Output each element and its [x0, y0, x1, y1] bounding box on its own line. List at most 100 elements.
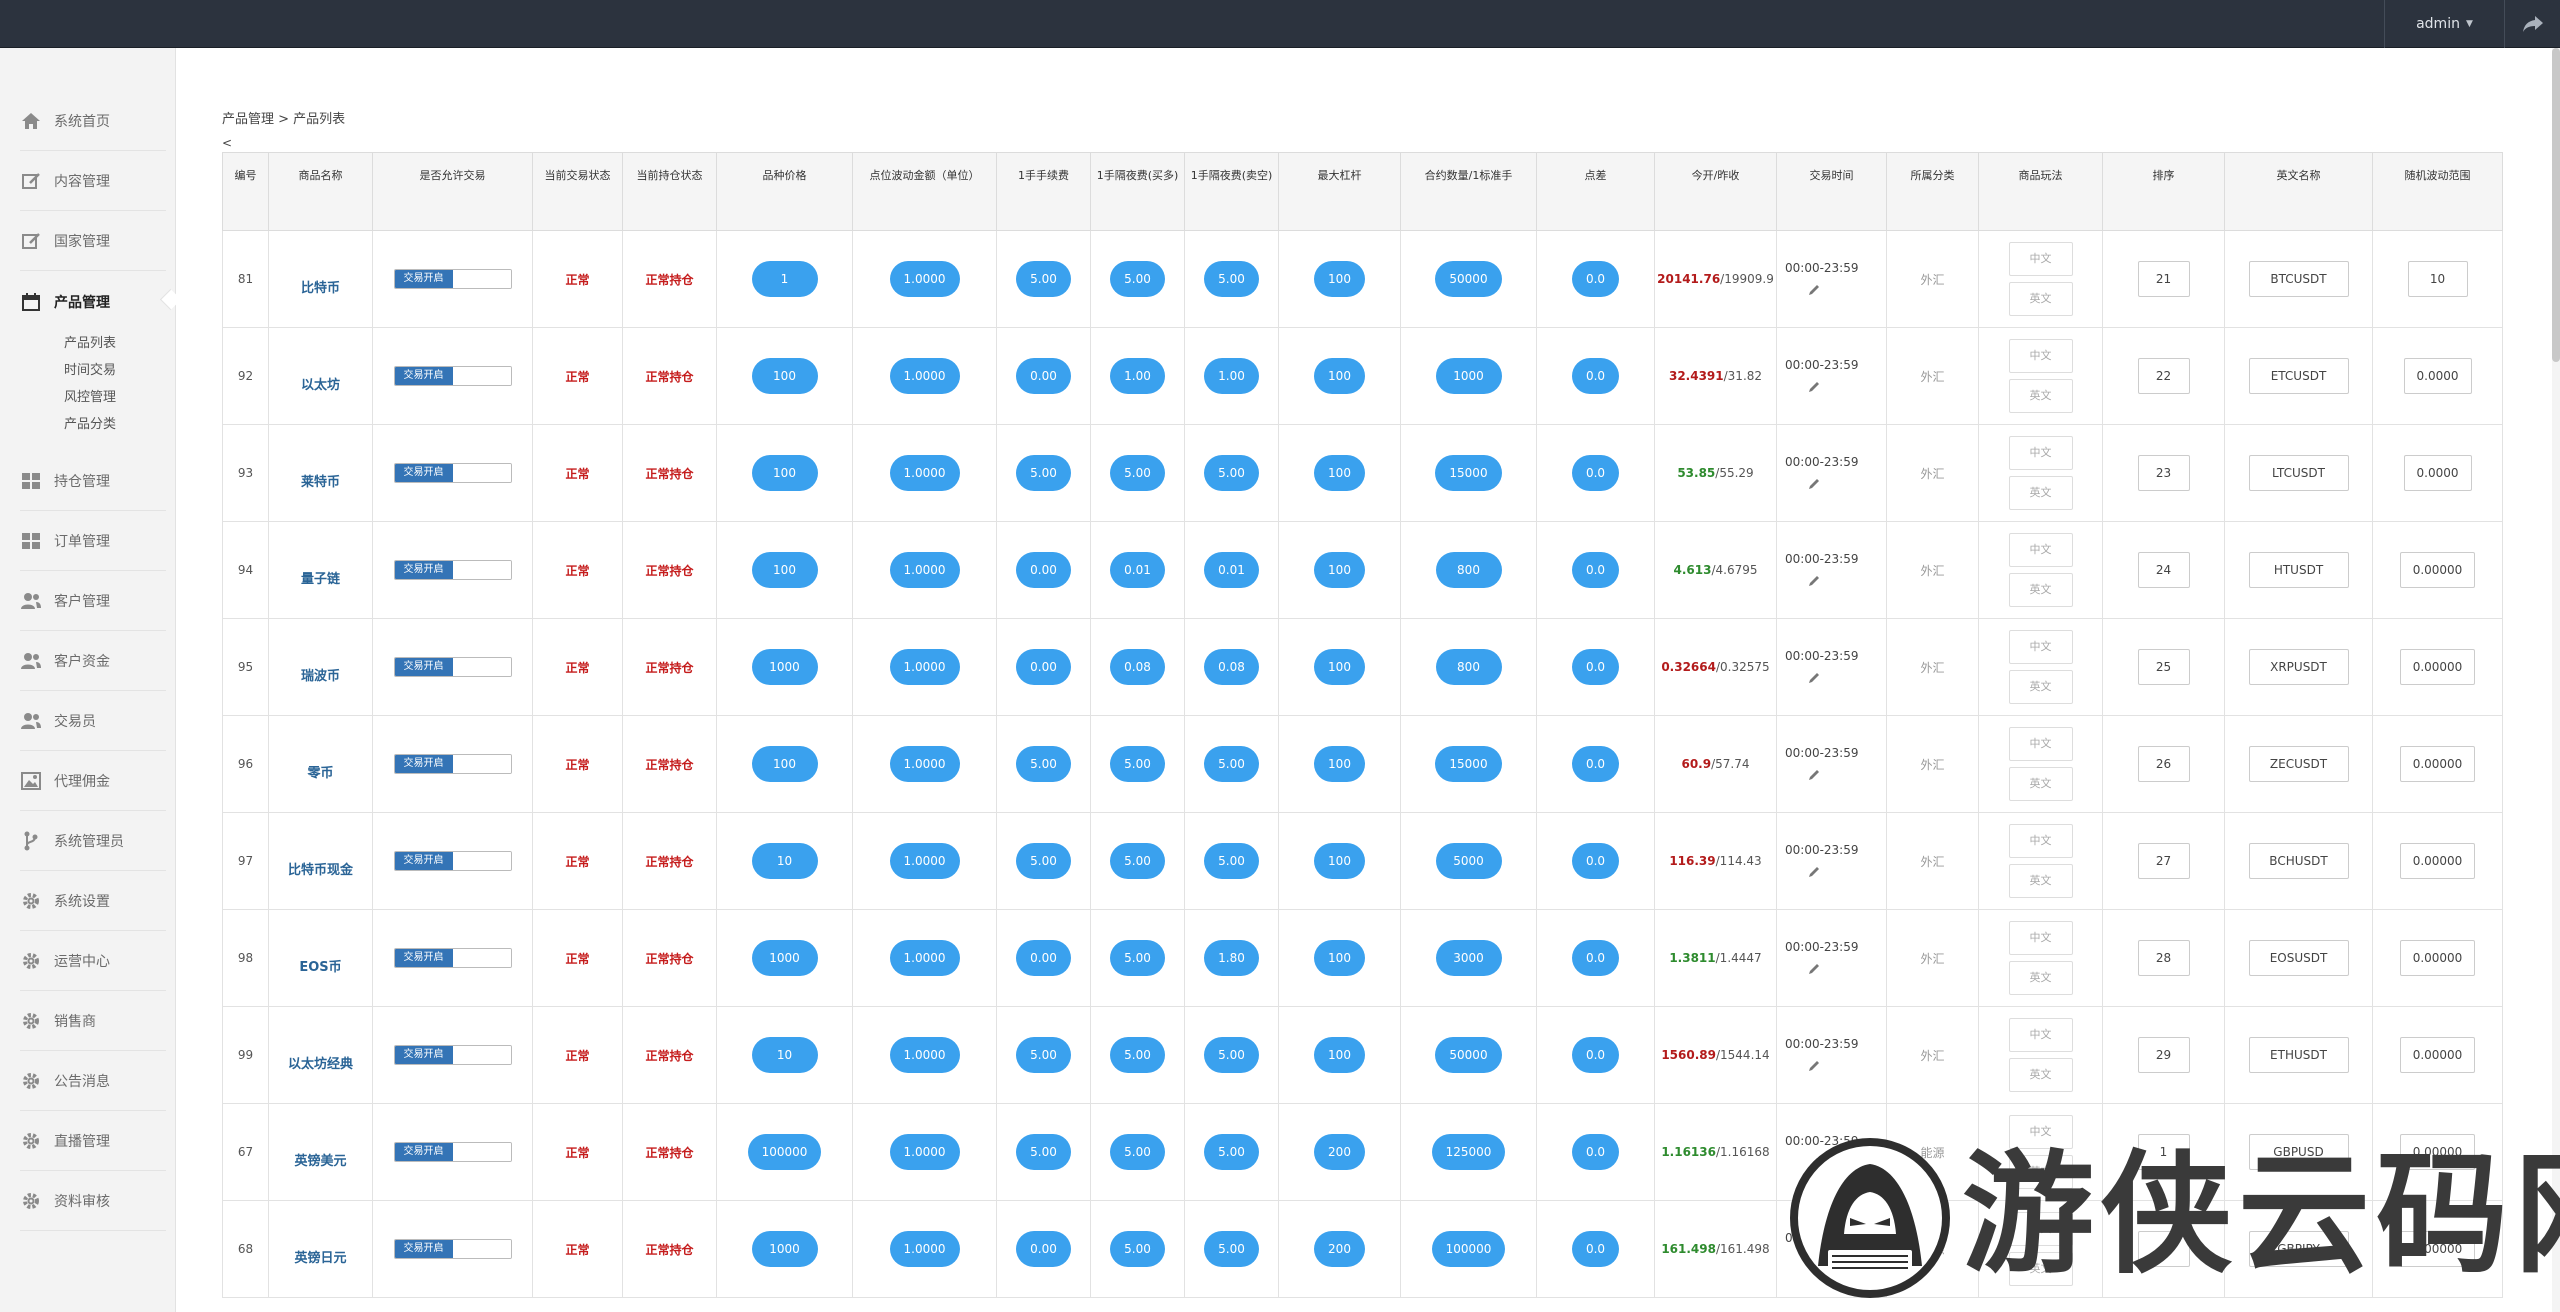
qty-pill[interactable]: 5000 — [1435, 843, 1502, 879]
fee-pill[interactable]: 5.00 — [1016, 746, 1071, 782]
product-name[interactable]: 比特币 — [268, 230, 373, 328]
trade-switch[interactable]: 交易开启 — [393, 657, 512, 677]
trade-switch[interactable]: 交易开启 — [393, 1239, 512, 1259]
pencil-icon[interactable] — [1807, 768, 1821, 782]
price-pill[interactable]: 1 — [751, 261, 818, 297]
spread-pill[interactable]: 0.0 — [1571, 455, 1620, 491]
fee-pill[interactable]: 5.00 — [1016, 843, 1071, 879]
buy-pill[interactable]: 5.00 — [1110, 1134, 1165, 1170]
fee-pill[interactable]: 5.00 — [1016, 1037, 1071, 1073]
product-name[interactable]: 英镑日元 — [268, 1200, 373, 1298]
random-range-input[interactable]: 0.00000 — [2399, 940, 2476, 976]
sidebar-item-9[interactable]: 代理佣金 — [20, 752, 166, 811]
english-name-input[interactable]: LTCUSDT — [2248, 455, 2349, 491]
fee-pill[interactable]: 0.00 — [1016, 649, 1071, 685]
qty-pill[interactable]: 15000 — [1435, 455, 1502, 491]
spread-pill[interactable]: 0.0 — [1571, 843, 1620, 879]
back-link[interactable]: < — [222, 136, 232, 150]
product-name[interactable]: 以太坊 — [268, 327, 373, 425]
play-cn-button[interactable]: 中文 — [2008, 1018, 2073, 1052]
play-en-button[interactable]: 英文 — [2008, 961, 2073, 995]
fee-pill[interactable]: 0.00 — [1016, 552, 1071, 588]
random-range-input[interactable]: 0.00000 — [2399, 552, 2476, 588]
sort-input[interactable]: 26 — [2137, 746, 2190, 782]
sort-input[interactable]: 23 — [2137, 455, 2190, 491]
sell-pill[interactable]: 5.00 — [1204, 746, 1259, 782]
price-pill[interactable]: 10 — [751, 843, 818, 879]
buy-pill[interactable]: 5.00 — [1110, 1231, 1165, 1267]
fee-pill[interactable]: 5.00 — [1016, 455, 1071, 491]
lev-pill[interactable]: 100 — [1314, 746, 1365, 782]
sell-pill[interactable]: 1.80 — [1204, 940, 1259, 976]
price-pill[interactable]: 1000 — [751, 940, 818, 976]
sidebar-item-14[interactable]: 公告消息 — [20, 1052, 166, 1111]
qty-pill[interactable]: 100000 — [1431, 1231, 1506, 1267]
buy-pill[interactable]: 0.08 — [1110, 649, 1165, 685]
pencil-icon[interactable] — [1807, 1059, 1821, 1073]
play-cn-button[interactable]: 中文 — [2008, 921, 2073, 955]
product-name[interactable]: 以太坊经典 — [268, 1006, 373, 1104]
english-name-input[interactable]: ETCUSDT — [2248, 358, 2349, 394]
lev-pill[interactable]: 100 — [1314, 1037, 1365, 1073]
product-name[interactable]: 量子链 — [268, 521, 373, 619]
price-pill[interactable]: 1000 — [751, 649, 818, 685]
qty-pill[interactable]: 800 — [1435, 649, 1502, 685]
english-name-input[interactable]: GBPJPY — [2248, 1231, 2349, 1267]
english-name-input[interactable]: BCHUSDT — [2248, 843, 2349, 879]
play-cn-button[interactable]: 中文 — [2008, 630, 2073, 664]
spread-pill[interactable]: 0.0 — [1571, 358, 1620, 394]
buy-pill[interactable]: 5.00 — [1110, 455, 1165, 491]
fee-pill[interactable]: 0.00 — [1016, 1231, 1071, 1267]
trade-switch[interactable]: 交易开启 — [393, 851, 512, 871]
user-menu[interactable]: admin ▼ — [2384, 0, 2504, 48]
english-name-input[interactable]: XRPUSDT — [2248, 649, 2349, 685]
spread-pill[interactable]: 0.0 — [1571, 649, 1620, 685]
pencil-icon[interactable] — [1807, 283, 1821, 297]
product-name[interactable]: 英镑美元 — [268, 1103, 373, 1201]
spread-pill[interactable]: 0.0 — [1571, 1231, 1620, 1267]
sidebar-item-1[interactable]: 内容管理 — [20, 152, 166, 211]
price-pill[interactable]: 100 — [751, 358, 818, 394]
english-name-input[interactable]: EOSUSDT — [2248, 940, 2349, 976]
qty-pill[interactable]: 1000 — [1435, 358, 1502, 394]
play-cn-button[interactable]: 中文 — [2008, 533, 2073, 567]
subnav-item-2[interactable]: 风控管理 — [64, 384, 116, 411]
lev-pill[interactable]: 100 — [1314, 552, 1365, 588]
sidebar-item-0[interactable]: 系统首页 — [20, 92, 166, 151]
product-name[interactable]: 比特币现金 — [268, 812, 373, 910]
spread-pill[interactable]: 0.0 — [1571, 1037, 1620, 1073]
trade-switch[interactable]: 交易开启 — [393, 269, 512, 289]
random-range-input[interactable]: 0.00000 — [2399, 1037, 2476, 1073]
point-pill[interactable]: 1.0000 — [889, 455, 960, 491]
sell-pill[interactable]: 1.00 — [1204, 358, 1259, 394]
trade-switch[interactable]: 交易开启 — [393, 754, 512, 774]
product-name[interactable]: 瑞波币 — [268, 618, 373, 716]
sidebar-item-8[interactable]: 交易员 — [20, 692, 166, 751]
play-cn-button[interactable]: 中文 — [2008, 242, 2073, 276]
sell-pill[interactable]: 5.00 — [1204, 1037, 1259, 1073]
sidebar-item-10[interactable]: 系统管理员 — [20, 812, 166, 871]
sort-input[interactable]: 2 — [2137, 1231, 2190, 1267]
sort-input[interactable]: 29 — [2137, 1037, 2190, 1073]
sidebar-item-6[interactable]: 客户管理 — [20, 572, 166, 631]
sidebar-item-2[interactable]: 国家管理 — [20, 212, 166, 271]
sidebar-item-4[interactable]: 持仓管理 — [20, 452, 166, 511]
lev-pill[interactable]: 200 — [1314, 1134, 1365, 1170]
play-cn-button[interactable]: 中文 — [2008, 824, 2073, 858]
point-pill[interactable]: 1.0000 — [889, 1037, 960, 1073]
pencil-icon[interactable] — [1807, 1156, 1821, 1170]
random-range-input[interactable]: 0.00000 — [2399, 746, 2476, 782]
buy-pill[interactable]: 5.00 — [1110, 940, 1165, 976]
product-name[interactable]: EOS币 — [268, 909, 373, 1007]
play-en-button[interactable]: 英文 — [2008, 1252, 2073, 1286]
trade-switch[interactable]: 交易开启 — [393, 1045, 512, 1065]
lev-pill[interactable]: 100 — [1314, 940, 1365, 976]
point-pill[interactable]: 1.0000 — [889, 552, 960, 588]
subnav-item-0[interactable]: 产品列表 — [64, 330, 116, 357]
subnav-item-1[interactable]: 时间交易 — [64, 357, 116, 384]
lev-pill[interactable]: 100 — [1314, 455, 1365, 491]
subnav-item-3[interactable]: 产品分类 — [64, 411, 116, 438]
buy-pill[interactable]: 1.00 — [1110, 358, 1165, 394]
pencil-icon[interactable] — [1807, 865, 1821, 879]
scrollbar-thumb[interactable] — [2552, 48, 2560, 362]
